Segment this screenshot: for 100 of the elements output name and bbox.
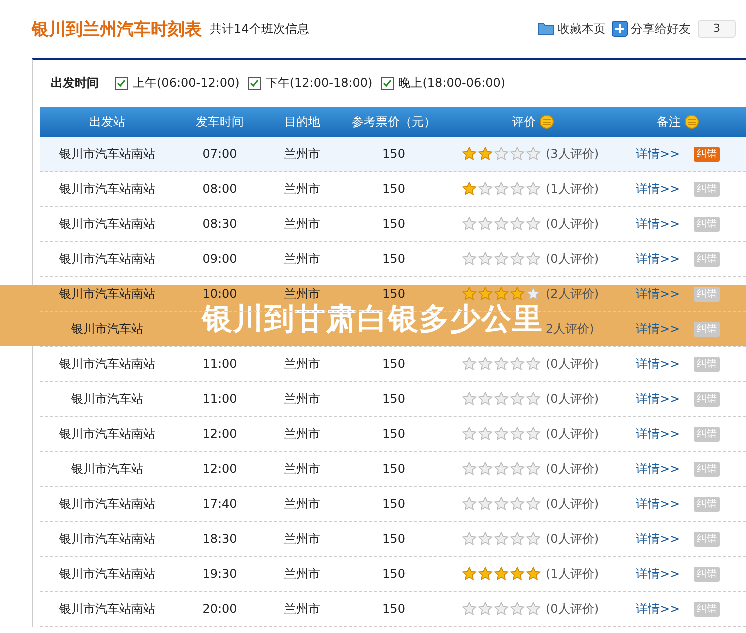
star-icon <box>494 217 509 231</box>
destination-cell-text: 兰州市 <box>284 390 322 408</box>
detail-link[interactable]: 详情>> <box>636 530 680 548</box>
star-icon <box>462 147 477 161</box>
star-icon <box>494 182 509 196</box>
star-icon <box>510 252 525 266</box>
review-count: (0人评价) <box>546 356 600 372</box>
detail-link[interactable]: 详情>> <box>636 496 680 512</box>
star-icon <box>494 357 509 371</box>
star-icon <box>510 427 525 441</box>
time-cell-text: 18:30 <box>202 532 238 546</box>
station-cell-text: 银川市汽车站 <box>70 460 144 478</box>
detail-link[interactable]: 详情>> <box>636 566 680 582</box>
detail-link[interactable]: 详情>> <box>636 460 680 478</box>
star-icon <box>478 182 493 196</box>
review-count: (0人评价) <box>546 426 600 442</box>
page-title: 银川到兰州汽车时刻表 <box>32 18 202 40</box>
star-icon <box>526 602 541 616</box>
star-icon <box>478 427 493 441</box>
station-cell-text: 银川市汽车站南站 <box>58 216 156 232</box>
checkbox[interactable] <box>115 77 128 90</box>
star-icon <box>526 217 541 231</box>
price-cell-text: 150 <box>382 532 406 546</box>
plus-icon <box>612 21 628 37</box>
review-count: 2人评价) <box>546 320 596 338</box>
detail-link[interactable]: 详情>> <box>636 600 680 618</box>
star-icon <box>462 532 477 546</box>
review-count: (0人评价) <box>546 530 600 548</box>
detail-link[interactable]: 详情>> <box>636 180 680 198</box>
star-icon <box>494 147 509 161</box>
checkbox[interactable] <box>380 77 394 90</box>
price-cell-text: 150 <box>382 427 406 441</box>
destination-cell-text: 兰州市 <box>284 356 322 372</box>
station-cell-text: 银川市汽车站南站 <box>58 180 156 198</box>
station-cell-text: 银川市汽车站 <box>70 320 144 338</box>
star-icon <box>462 462 477 476</box>
star-icon <box>510 147 525 161</box>
star-icon <box>462 567 477 581</box>
review-count: (2人评价) <box>546 286 600 302</box>
station-cell-text: 银川市汽车站南站 <box>58 286 156 302</box>
review-count: (0人评价) <box>546 460 600 478</box>
detail-link[interactable]: 详情>> <box>636 426 680 442</box>
station-cell-text: 银川市汽车站南站 <box>58 530 156 548</box>
time-cell-text: 20:00 <box>202 602 238 616</box>
time-cell-text: 08:00 <box>202 182 238 196</box>
coin-icon <box>685 115 699 129</box>
destination-cell-text: 兰州市 <box>284 286 322 302</box>
star-icon <box>510 567 525 581</box>
detail-link[interactable]: 详情>> <box>636 250 680 268</box>
folder-icon <box>538 22 555 36</box>
column-header: 参考票价（元） <box>352 114 436 130</box>
star-icon <box>526 392 541 406</box>
star-icon <box>478 462 493 476</box>
time-cell-text: 12:00 <box>202 427 238 441</box>
price-cell-text: 150 <box>382 357 406 371</box>
banner-title: 银川到甘肃白银多少公里 <box>202 304 544 336</box>
star-icon <box>494 497 509 511</box>
schedule-count: 共计14个班次信息 <box>210 20 310 38</box>
price-cell-text: 150 <box>382 567 406 581</box>
time-cell-text: 11:00 <box>202 392 238 406</box>
detail-link[interactable]: 详情>> <box>636 286 680 302</box>
destination-cell-text: 兰州市 <box>284 426 322 442</box>
star-icon <box>526 147 541 161</box>
star-icon <box>462 287 477 301</box>
bookmark-link[interactable]: 收藏本页 <box>558 20 606 38</box>
review-count: (3人评价) <box>546 146 600 162</box>
time-cell-text: 12:00 <box>202 462 238 476</box>
share-link[interactable]: 分享给好友 <box>631 20 691 38</box>
detail-link[interactable]: 详情>> <box>636 146 680 162</box>
detail-link[interactable]: 详情>> <box>636 390 680 408</box>
star-icon <box>478 497 493 511</box>
star-icon <box>478 252 493 266</box>
star-icon <box>510 497 525 511</box>
star-icon <box>478 147 493 161</box>
star-icon <box>510 392 525 406</box>
coin-icon <box>540 115 554 129</box>
price-cell-text: 150 <box>382 287 406 301</box>
detail-link[interactable]: 详情>> <box>636 216 680 232</box>
checkbox-label: 上午(06:00-12:00) <box>133 75 240 92</box>
star-icon <box>526 462 541 476</box>
review-count: (0人评价) <box>546 390 600 408</box>
star-icon <box>494 252 509 266</box>
destination-cell-text: 兰州市 <box>284 496 322 512</box>
review-count: (0人评价) <box>546 250 600 268</box>
price-cell-text: 150 <box>382 182 406 196</box>
star-icon <box>478 392 493 406</box>
star-icon <box>462 392 477 406</box>
star-icon <box>462 602 477 616</box>
star-icon <box>494 462 509 476</box>
star-icon <box>526 567 541 581</box>
report-error-button[interactable]: 纠错 <box>694 146 720 162</box>
time-cell-text: 10:00 <box>202 287 238 301</box>
destination-cell-text: 兰州市 <box>284 216 322 232</box>
detail-link[interactable]: 详情>> <box>636 320 680 338</box>
detail-link[interactable]: 详情>> <box>636 356 680 372</box>
station-cell-text: 银川市汽车站南站 <box>58 566 156 582</box>
checkbox-label: 下午(12:00-18:00) <box>266 75 373 92</box>
checkbox[interactable] <box>248 77 261 90</box>
star-icon <box>526 182 541 196</box>
station-cell-text: 银川市汽车站南站 <box>58 426 156 442</box>
